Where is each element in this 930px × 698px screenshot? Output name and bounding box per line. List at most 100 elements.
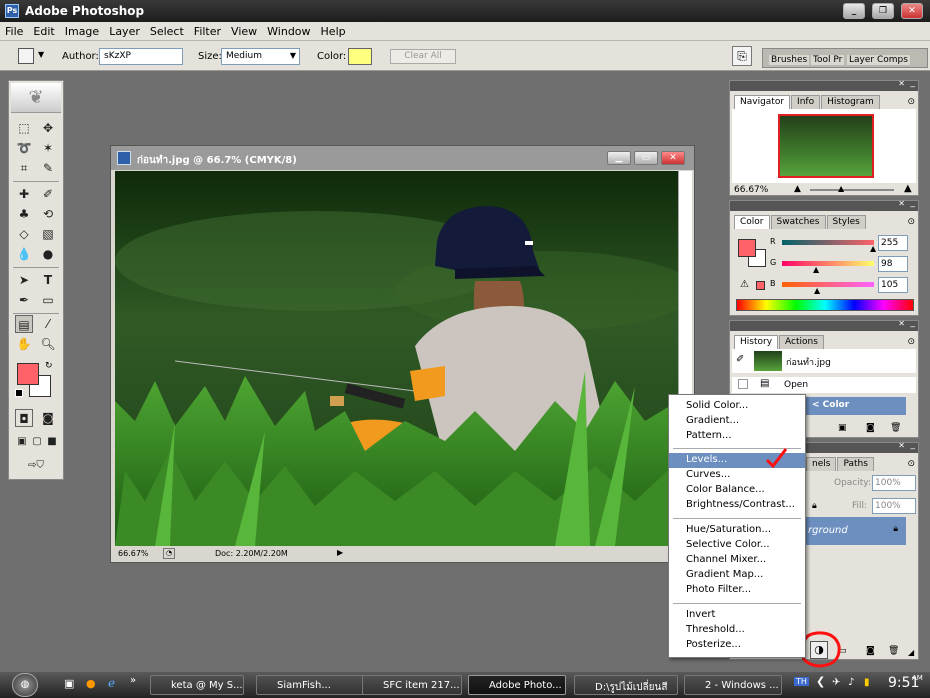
palette-well-tool-presets[interactable]: Tool Pr — [811, 55, 845, 65]
panel-close-icon[interactable]: ✕ — [898, 441, 905, 450]
canvas-photo[interactable] — [115, 171, 678, 546]
menu-edit[interactable]: Edit — [28, 25, 59, 38]
menu-item-gradient-map[interactable]: Gradient Map... — [669, 568, 805, 583]
navigator-zoom-slider[interactable] — [810, 189, 894, 191]
tab-paths[interactable]: Paths — [837, 457, 874, 471]
gamut-color-swatch[interactable] — [756, 281, 765, 290]
menu-filter[interactable]: Filter — [189, 25, 226, 38]
menu-item-color-balance[interactable]: Color Balance... — [669, 483, 805, 498]
green-slider-thumb[interactable]: ▲ — [813, 265, 819, 274]
tray-volume-icon[interactable]: ♪ — [848, 677, 854, 688]
standard-mode-icon[interactable]: ◘ — [15, 409, 33, 427]
document-title-bar[interactable]: ก่อนทำ.jpg @ 66.7% (CMYK/8) ▁ ▭ ✕ — [111, 146, 694, 170]
opacity-value[interactable]: 100% — [872, 475, 916, 491]
panel-close-icon[interactable]: ✕ — [898, 79, 905, 88]
menu-file[interactable]: File — [0, 25, 28, 38]
blur-tool-icon[interactable]: 💧 — [15, 245, 33, 263]
doc-maximize-button[interactable]: ▭ — [634, 151, 658, 165]
eyedropper-tool-icon[interactable]: ⁄ — [39, 315, 57, 333]
menu-item-solid-color[interactable]: Solid Color... — [669, 399, 805, 414]
show-desktop-icon[interactable]: ▣ — [64, 677, 74, 690]
close-button[interactable]: ✕ — [901, 3, 923, 19]
tab-histogram[interactable]: Histogram — [821, 95, 880, 109]
doc-close-button[interactable]: ✕ — [661, 151, 685, 165]
history-brush-tool-icon[interactable]: ⟲ — [39, 205, 57, 223]
green-slider[interactable] — [782, 261, 874, 266]
red-slider-thumb[interactable]: ▲ — [870, 244, 876, 253]
internet-explorer-icon[interactable]: ℯ — [108, 676, 115, 690]
blue-slider[interactable] — [782, 282, 874, 287]
menu-item-brightness-contrast[interactable]: Brightness/Contrast... — [669, 498, 805, 513]
restore-button[interactable]: ❐ — [872, 3, 894, 19]
color-ramp[interactable] — [736, 299, 914, 311]
doc-minimize-button[interactable]: ▁ — [607, 151, 631, 165]
zoom-out-icon[interactable]: ▲ — [794, 184, 801, 194]
firefox-icon[interactable]: ● — [86, 677, 96, 690]
fill-value[interactable]: 100% — [872, 498, 916, 514]
menu-item-invert[interactable]: Invert — [669, 608, 805, 623]
note-color-swatch[interactable] — [348, 48, 372, 65]
tab-channels[interactable]: nels — [806, 457, 837, 471]
new-snapshot-icon[interactable]: ◙ — [866, 423, 875, 433]
type-tool-icon[interactable]: T — [39, 271, 57, 289]
status-icon[interactable]: ◔ — [163, 548, 175, 559]
status-menu-arrow-icon[interactable]: ▶ — [337, 548, 343, 557]
taskbar-item-folder[interactable]: D:\รูปไม้เปลี่ยนสี — [574, 675, 678, 695]
panel-menu-icon[interactable]: ⊙ — [907, 337, 915, 347]
panel-menu-icon[interactable]: ⊙ — [907, 459, 915, 469]
screen-mode-full-icon[interactable]: ■ — [43, 433, 61, 451]
panel-minimize-icon[interactable]: _ — [911, 318, 916, 328]
panel-close-icon[interactable]: ✕ — [898, 319, 905, 328]
panel-resize-grip-icon[interactable]: ◢ — [908, 648, 914, 657]
magic-wand-tool-icon[interactable]: ✶ — [39, 139, 57, 157]
lasso-tool-icon[interactable]: ➰ — [15, 139, 33, 157]
tab-styles[interactable]: Styles — [826, 215, 866, 229]
tab-info[interactable]: Info — [791, 95, 821, 109]
clear-all-button[interactable]: Clear All — [390, 49, 456, 64]
menu-item-pattern[interactable]: Pattern... — [669, 429, 805, 444]
panel-minimize-icon[interactable]: _ — [911, 440, 916, 450]
doc-zoom-level[interactable]: 66.67% — [118, 549, 149, 558]
panel-close-icon[interactable]: ✕ — [898, 199, 905, 208]
document-window[interactable]: ก่อนทำ.jpg @ 66.7% (CMYK/8) ▁ ▭ ✕ 66.67%… — [110, 145, 695, 563]
taskbar-item-windows[interactable]: 2 - Windows ... — [684, 675, 782, 695]
menu-item-photo-filter[interactable]: Photo Filter... — [669, 583, 805, 598]
brush-tool-icon[interactable]: ✐ — [39, 185, 57, 203]
default-colors-icon[interactable] — [15, 389, 23, 397]
gradient-tool-icon[interactable]: ▧ — [39, 225, 57, 243]
palette-well-brushes[interactable]: Brushes — [769, 55, 810, 65]
tray-network-icon[interactable]: ✈︎ — [832, 677, 840, 688]
menu-item-hue-saturation[interactable]: Hue/Saturation... — [669, 523, 805, 538]
color-fg-swatch[interactable] — [738, 239, 756, 257]
navigator-zoom-value[interactable]: 66.67% — [734, 185, 768, 195]
tab-navigator[interactable]: Navigator — [734, 95, 791, 109]
panel-menu-icon[interactable]: ⊙ — [907, 217, 915, 227]
minimize-button[interactable]: _ — [843, 3, 865, 19]
history-brush-source-icon[interactable]: ✐ — [736, 354, 744, 365]
marquee-tool-icon[interactable]: ⬚ — [15, 119, 33, 137]
size-select[interactable]: Medium ▼ — [221, 48, 300, 65]
pen-tool-icon[interactable]: ✒ — [15, 291, 33, 309]
blue-slider-thumb[interactable]: ▲ — [814, 286, 820, 295]
zoom-slider-thumb[interactable]: ▲ — [838, 184, 844, 193]
panel-minimize-icon[interactable]: _ — [911, 78, 916, 88]
layer-row-background[interactable]: rground 🔒︎ — [806, 517, 906, 545]
quick-mask-mode-icon[interactable]: ◙ — [39, 409, 57, 427]
swap-colors-icon[interactable]: ↻ — [45, 361, 53, 371]
eraser-tool-icon[interactable]: ◇ — [15, 225, 33, 243]
menu-item-selective-color[interactable]: Selective Color... — [669, 538, 805, 553]
feather-logo-icon[interactable]: ❦ — [11, 83, 61, 113]
panel-menu-icon[interactable]: ⊙ — [907, 97, 915, 107]
shape-tool-icon[interactable]: ▭ — [39, 291, 57, 309]
gamut-warning-icon[interactable]: ⚠ — [740, 279, 749, 290]
taskbar-item-browser-keta[interactable]: keta @ My S... — [150, 675, 244, 695]
blue-value[interactable]: 105 — [878, 277, 908, 293]
zoom-tool-icon[interactable]: 🔍︎ — [39, 335, 57, 353]
clone-stamp-tool-icon[interactable]: ♣ — [15, 205, 33, 223]
panel-minimize-icon[interactable]: _ — [911, 198, 916, 208]
taskbar-item-sfc[interactable]: SFC item 217... — [362, 675, 462, 695]
tab-history[interactable]: History — [734, 335, 779, 349]
note-tool-preset-icon[interactable] — [18, 48, 34, 64]
menu-view[interactable]: View — [226, 25, 262, 38]
history-state-open[interactable]: ▤ Open — [732, 377, 916, 393]
